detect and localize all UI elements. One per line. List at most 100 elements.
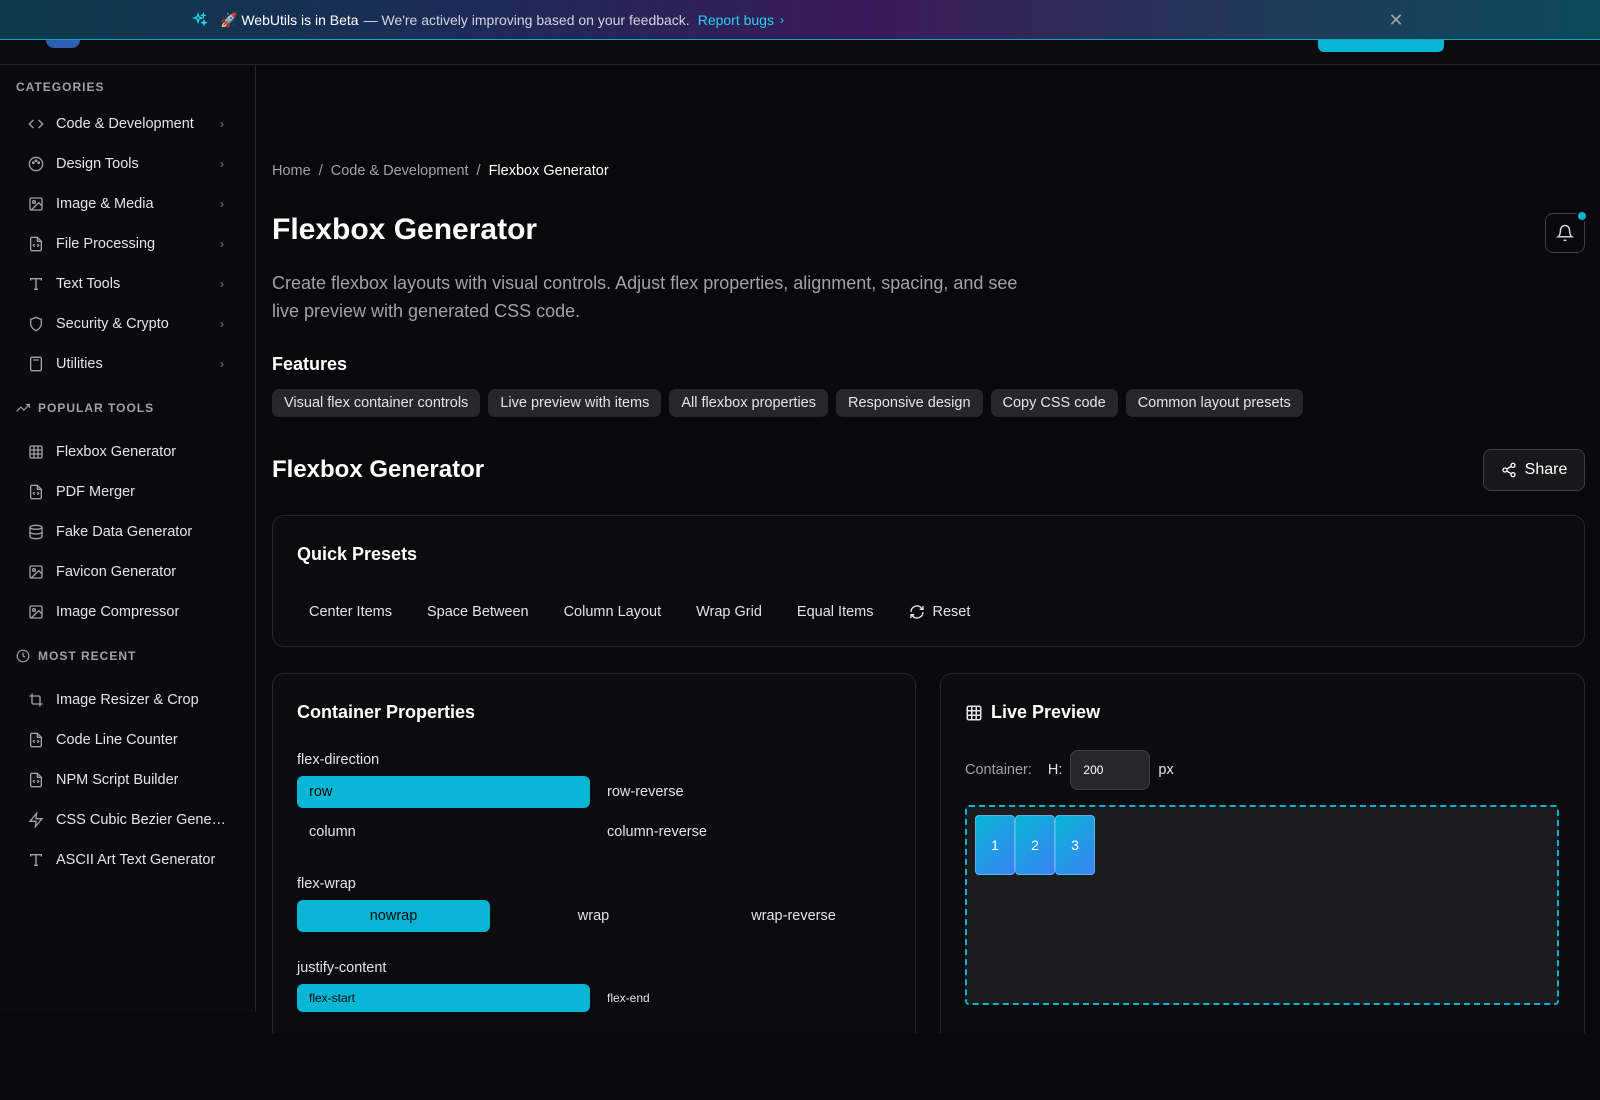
sidebar-item-code-line-counter[interactable]: Code Line Counter [28, 723, 228, 757]
report-bugs-link[interactable]: Report bugs › [698, 12, 784, 28]
justify-content-label: justify-content [297, 960, 387, 976]
sidebar-item-image-compressor[interactable]: Image Compressor [28, 595, 228, 629]
share-label: Share [1524, 461, 1568, 478]
banner-content: 🚀 WebUtils is in Beta — We're actively i… [192, 0, 784, 40]
share-button[interactable]: Share [1483, 449, 1585, 491]
flex-item[interactable]: 3 [1055, 815, 1095, 875]
categories-heading-label: CATEGORIES [16, 80, 105, 94]
sidebar-item-utilities[interactable]: Utilities › [28, 347, 228, 381]
preview-stage: 1 2 3 [965, 805, 1559, 1005]
live-preview-title: Live Preview [965, 702, 1100, 723]
sidebar-item-favicon-generator[interactable]: Favicon Generator [28, 555, 228, 589]
clock-icon [16, 649, 38, 663]
most-recent-heading: MOST RECENT [16, 649, 136, 663]
quick-presets-title: Quick Presets [297, 544, 418, 564]
flex-wrap-wrap-reverse-option[interactable]: wrap-reverse [697, 900, 890, 932]
sidebar: CATEGORIES Code & Development › Design To… [0, 65, 256, 1012]
container-height-input[interactable]: 200 [1070, 750, 1151, 790]
sidebar-item-label: Image & Media [56, 196, 154, 212]
height-label: H: [1047, 762, 1063, 778]
sidebar-item-label: Fake Data Generator [56, 524, 193, 540]
header-cta-button[interactable] [1318, 40, 1444, 52]
flex-wrap-nowrap-option[interactable]: nowrap [297, 900, 490, 932]
preset-column-layout-button[interactable]: Column Layout [552, 596, 674, 628]
sidebar-item-text-tools[interactable]: Text Tools › [28, 267, 228, 301]
logo[interactable] [46, 40, 80, 48]
page-title: Flexbox Generator [272, 213, 538, 246]
sidebar-item-css-cubic-bezier[interactable]: CSS Cubic Bezier Generator [28, 803, 228, 837]
refresh-icon [909, 604, 925, 620]
container-properties-title: Container Properties [297, 702, 476, 722]
justify-flex-start-option[interactable]: flex-start [297, 984, 590, 1012]
sidebar-item-image-media[interactable]: Image & Media › [28, 187, 228, 221]
sidebar-item-label: Favicon Generator [56, 564, 177, 580]
bell-icon [1556, 224, 1574, 242]
sidebar-item-label: NPM Script Builder [56, 772, 179, 788]
sidebar-item-ascii-art[interactable]: ASCII Art Text Generator [28, 843, 228, 877]
sidebar-item-npm-script-builder[interactable]: NPM Script Builder [28, 763, 228, 797]
chevron-right-icon: › [779, 13, 784, 27]
sidebar-item-file-processing[interactable]: File Processing › [28, 227, 228, 261]
preset-wrap-grid-button[interactable]: Wrap Grid [684, 596, 774, 628]
flex-wrap-label: flex-wrap [297, 876, 356, 892]
image-icon [28, 564, 44, 580]
preset-space-between-button[interactable]: Space Between [415, 596, 541, 628]
sidebar-item-label: Code & Development [56, 116, 194, 132]
feature-chip: Responsive design [835, 389, 983, 417]
code-icon [28, 116, 44, 132]
breadcrumb-separator: / [476, 163, 481, 179]
categories-heading: CATEGORIES [16, 80, 104, 94]
flex-item[interactable]: 2 [1015, 815, 1055, 875]
sidebar-item-image-resizer[interactable]: Image Resizer & Crop [28, 683, 228, 717]
calculator-icon [28, 356, 44, 372]
close-banner-button[interactable]: ✕ [1386, 10, 1406, 30]
flex-item[interactable]: 1 [975, 815, 1015, 875]
chevron-right-icon: › [220, 157, 224, 171]
container-label: Container: [965, 762, 1032, 778]
live-preview-label: Live Preview [991, 702, 1101, 722]
trending-up-icon [16, 401, 38, 415]
breadcrumb-category[interactable]: Code & Development [331, 163, 469, 179]
sidebar-item-pdf-merger[interactable]: PDF Merger [28, 475, 228, 509]
tool-title: Flexbox Generator [272, 456, 485, 483]
sidebar-item-code-development[interactable]: Code & Development › [28, 107, 228, 141]
height-unit: px [1158, 762, 1174, 778]
zap-icon [28, 812, 44, 828]
flex-direction-row-reverse-option[interactable]: row-reverse [595, 776, 888, 808]
flex-direction-row-option[interactable]: row [297, 776, 590, 808]
type-icon [28, 852, 44, 868]
notifications-button[interactable] [1545, 210, 1588, 253]
preset-equal-items-button[interactable]: Equal Items [785, 596, 886, 628]
flex-direction-column-reverse-option[interactable]: column-reverse [595, 816, 888, 848]
feature-chip: Live preview with items [488, 389, 662, 417]
sidebar-item-security-crypto[interactable]: Security & Crypto › [28, 307, 228, 341]
feature-chip: All flexbox properties [669, 389, 828, 417]
database-icon [28, 524, 44, 540]
preset-center-items-button[interactable]: Center Items [297, 596, 404, 628]
features-list: Visual flex container controls Live prev… [272, 389, 1303, 417]
report-bugs-label: Report bugs [697, 12, 774, 28]
grid-icon [28, 444, 44, 460]
file-code-icon [28, 772, 44, 788]
breadcrumb-current: Flexbox Generator [488, 163, 609, 179]
flex-wrap-wrap-option[interactable]: wrap [497, 900, 690, 932]
chevron-right-icon: › [220, 237, 224, 251]
reset-label: Reset [932, 604, 971, 620]
breadcrumb-home[interactable]: Home [272, 163, 311, 179]
sidebar-item-design-tools[interactable]: Design Tools › [28, 147, 228, 181]
type-icon [28, 276, 44, 292]
beta-banner: 🚀 WebUtils is in Beta — We're actively i… [0, 0, 1600, 40]
chevron-right-icon: › [220, 277, 224, 291]
image-icon [28, 604, 44, 620]
flex-direction-column-option[interactable]: column [297, 816, 590, 848]
reset-button[interactable]: Reset [897, 596, 983, 628]
sidebar-item-label: Image Compressor [56, 604, 180, 620]
share-icon [1501, 462, 1517, 478]
sidebar-item-fake-data-generator[interactable]: Fake Data Generator [28, 515, 228, 549]
banner-title: 🚀 WebUtils is in Beta [220, 11, 359, 28]
sidebar-item-flexbox-generator[interactable]: Flexbox Generator [28, 435, 228, 469]
image-icon [28, 196, 44, 212]
sidebar-item-label: PDF Merger [56, 484, 135, 500]
justify-flex-end-option[interactable]: flex-end [595, 984, 888, 1012]
sidebar-item-label: Utilities [56, 356, 103, 372]
